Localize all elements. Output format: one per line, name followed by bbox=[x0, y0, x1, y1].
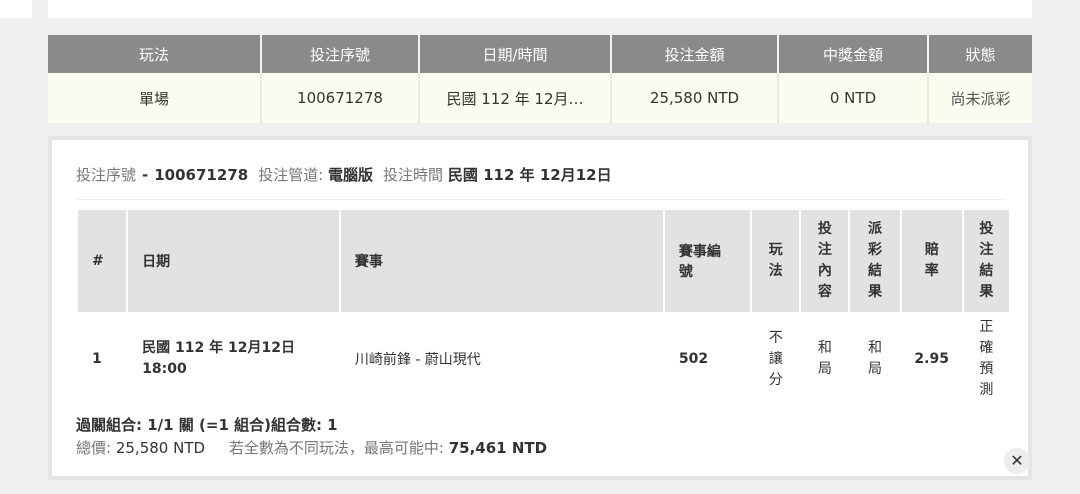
header-serial: 投注序號 bbox=[261, 35, 420, 73]
summary-status: 尚未派彩 bbox=[928, 73, 1032, 123]
channel-label: 投注管道: bbox=[258, 166, 324, 184]
col-index: # bbox=[78, 210, 127, 312]
header-play: 玩法 bbox=[48, 35, 262, 73]
detail-header-row: # 日期 賽事 賽事編號 玩法 投注內容 派彩結果 賠率 投注結果 bbox=[78, 210, 1009, 312]
bet-info-line: 投注序號 -100671278 投注管道: 電腦版 投注時間 民國 112 年 12月… bbox=[76, 164, 1006, 200]
col-date: 日期 bbox=[128, 210, 339, 312]
total-value: 25,580 NTD bbox=[115, 439, 206, 457]
max-value: 75,461 NTD bbox=[448, 439, 548, 457]
summary-prize: 0 NTD bbox=[778, 73, 929, 123]
col-event-no: 賽事編號 bbox=[664, 210, 751, 312]
col-content: 投注內容 bbox=[801, 210, 849, 312]
row-event-no: 502 bbox=[678, 351, 709, 367]
col-payout: 派彩結果 bbox=[850, 210, 900, 312]
row-date: 民國 112 年 12月12日 18:00 bbox=[142, 340, 295, 377]
row-odds: 2.95 bbox=[914, 351, 949, 367]
total-label: 總價: bbox=[76, 439, 112, 457]
top-panel bbox=[48, 0, 1032, 18]
row-play: 不讓分 bbox=[768, 329, 783, 388]
header-amount: 投注金額 bbox=[611, 35, 779, 73]
row-content: 和局 bbox=[817, 340, 832, 377]
left-panel-edge bbox=[0, 0, 32, 18]
bet-detail-table: # 日期 賽事 賽事編號 玩法 投注內容 派彩結果 賠率 投注結果 1 民國 1… bbox=[76, 210, 1011, 406]
col-result: 投注結果 bbox=[963, 210, 1009, 312]
time-value: 民國 112 年 12月12日 bbox=[447, 166, 612, 184]
close-icon[interactable]: ✕ bbox=[1004, 448, 1030, 474]
summary-row[interactable]: 單場 100671278 民國 112 年 12月… 25,580 NTD 0 … bbox=[48, 73, 1032, 123]
row-index: 1 bbox=[92, 351, 102, 367]
col-odds: 賠率 bbox=[901, 210, 962, 312]
header-datetime: 日期/時間 bbox=[419, 35, 612, 73]
row-payout: 和局 bbox=[868, 340, 883, 377]
col-event: 賽事 bbox=[340, 210, 663, 312]
combo-summary: 過關組合: 1/1 關 (=1 組合)組合數: 1 bbox=[76, 416, 338, 434]
bet-summary-table: 玩法 投注序號 日期/時間 投注金額 中獎金額 狀態 單場 100671278 … bbox=[48, 35, 1032, 123]
time-label: 投注時間 bbox=[383, 166, 444, 184]
row-result: 正確預測 bbox=[979, 319, 994, 398]
table-row: 1 民國 112 年 12月12日 18:00 川崎前鋒 - 蔚山現代 502 不… bbox=[78, 312, 1009, 406]
header-prize: 中獎金額 bbox=[778, 35, 929, 73]
summary-datetime: 民國 112 年 12月… bbox=[419, 73, 612, 123]
col-play: 玩法 bbox=[752, 210, 800, 312]
bet-detail-panel: 投注序號 -100671278 投注管道: 電腦版 投注時間 民國 112 年 12月… bbox=[48, 136, 1032, 480]
total-summary: 總價: 25,580 NTD 若全數為不同玩法，最高可能中: 75,461 NT… bbox=[76, 437, 547, 458]
channel-value: 電腦版 bbox=[328, 166, 374, 184]
summary-play: 單場 bbox=[48, 73, 262, 123]
max-label: 若全數為不同玩法，最高可能中: bbox=[228, 439, 444, 457]
header-status: 狀態 bbox=[928, 35, 1032, 73]
summary-header-row: 玩法 投注序號 日期/時間 投注金額 中獎金額 狀態 bbox=[48, 35, 1032, 73]
summary-serial: 100671278 bbox=[261, 73, 420, 123]
serial-label: 投注序號 bbox=[76, 166, 137, 184]
row-event: 川崎前鋒 - 蔚山現代 bbox=[354, 352, 481, 368]
serial-value: 100671278 bbox=[154, 166, 249, 184]
summary-amount: 25,580 NTD bbox=[611, 73, 779, 123]
